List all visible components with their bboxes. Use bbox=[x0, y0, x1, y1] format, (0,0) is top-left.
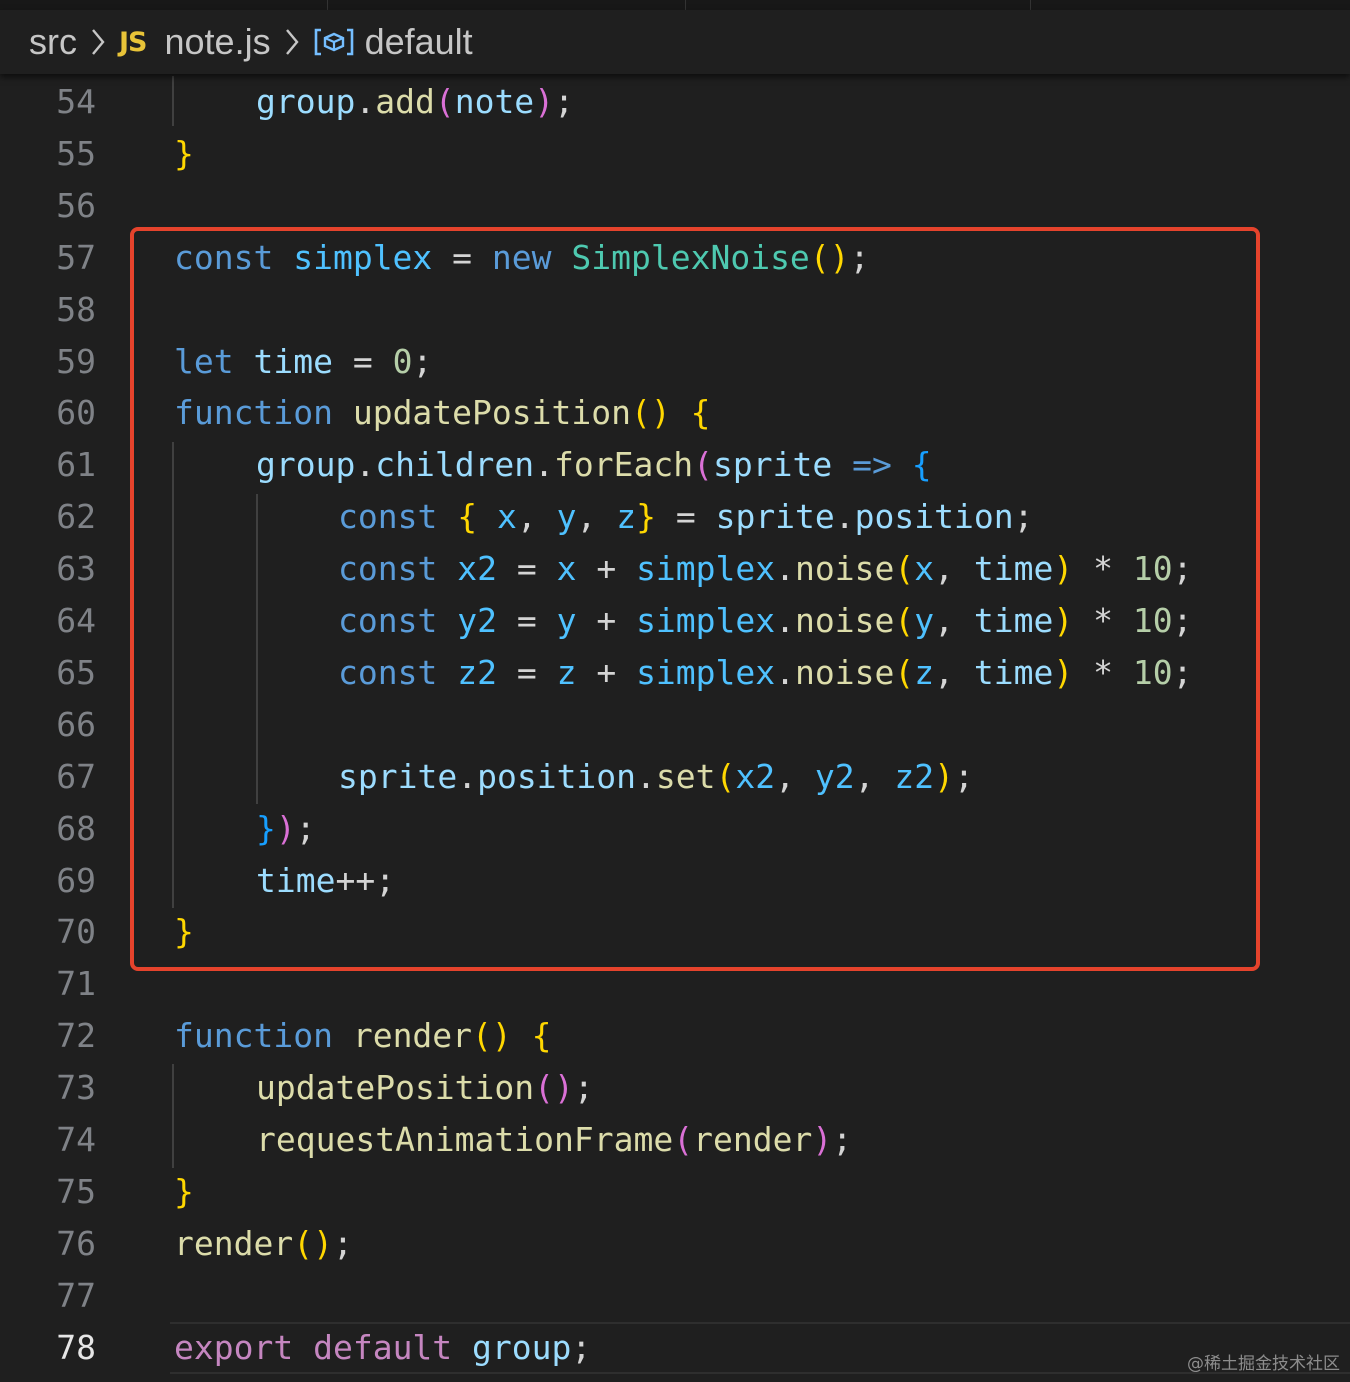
tab-separator bbox=[327, 0, 328, 10]
code-line[interactable]: 54 group.add(note); bbox=[0, 76, 1350, 128]
tab-separator bbox=[1030, 0, 1031, 10]
code-token: ) bbox=[812, 1120, 833, 1159]
line-number: 66 bbox=[56, 705, 96, 744]
code-line[interactable]: 77 bbox=[0, 1270, 1350, 1322]
code-line[interactable]: 74 requestAnimationFrame(render); bbox=[0, 1114, 1350, 1166]
line-number: 61 bbox=[56, 445, 96, 484]
line-number: 70 bbox=[56, 912, 96, 951]
code-token: group bbox=[472, 1328, 572, 1367]
code-token: ) bbox=[534, 82, 555, 121]
code-text: updatePosition(); bbox=[256, 1068, 594, 1108]
code-token: ; bbox=[571, 1328, 592, 1367]
breadcrumb-symbol[interactable]: default bbox=[313, 21, 473, 63]
code-token: . bbox=[355, 82, 376, 121]
line-number: 60 bbox=[56, 393, 96, 432]
code-line[interactable]: 73 updatePosition(); bbox=[0, 1062, 1350, 1114]
breadcrumb-file-label: note.js bbox=[164, 21, 271, 62]
watermark: @稀土掘金技术社区 bbox=[1187, 1354, 1340, 1374]
highlight-annotation-box bbox=[130, 227, 1260, 971]
line-number: 71 bbox=[56, 964, 96, 1003]
code-text: function render() { bbox=[174, 1016, 552, 1056]
line-number: 73 bbox=[56, 1068, 96, 1107]
code-token: ( bbox=[673, 1120, 694, 1159]
code-token: } bbox=[174, 134, 194, 173]
line-number: 76 bbox=[56, 1224, 96, 1263]
line-number: 69 bbox=[56, 861, 96, 900]
code-token: ; bbox=[554, 82, 574, 121]
line-number: 59 bbox=[56, 342, 96, 381]
code-token: ( bbox=[434, 82, 455, 121]
code-token: ; bbox=[573, 1068, 594, 1107]
line-number: 68 bbox=[56, 809, 96, 848]
chevron-right-icon bbox=[283, 27, 301, 57]
code-token: requestAnimationFrame bbox=[256, 1120, 674, 1159]
code-text: requestAnimationFrame(render); bbox=[256, 1120, 852, 1160]
code-token: export bbox=[174, 1328, 294, 1367]
code-text: } bbox=[174, 134, 194, 174]
code-token: group bbox=[256, 82, 356, 121]
breadcrumb-folder[interactable]: src bbox=[29, 21, 77, 63]
code-token: () bbox=[293, 1224, 333, 1263]
tab-strip bbox=[0, 0, 1350, 10]
line-number: 55 bbox=[56, 134, 96, 173]
line-number: 54 bbox=[56, 82, 96, 121]
code-token: () bbox=[534, 1068, 574, 1107]
breadcrumb: src JS note.js default bbox=[0, 10, 1350, 74]
code-token: } bbox=[174, 1172, 194, 1211]
code-token: note bbox=[454, 82, 535, 121]
code-token: render bbox=[352, 1016, 473, 1055]
code-text: export default group; bbox=[174, 1328, 591, 1368]
chevron-right-icon bbox=[89, 27, 107, 57]
code-token: () bbox=[472, 1016, 512, 1055]
code-text: render(); bbox=[174, 1224, 353, 1264]
indent-guide bbox=[172, 1064, 174, 1168]
tab-separator bbox=[685, 0, 686, 10]
code-token: add bbox=[375, 82, 435, 121]
code-line[interactable]: 78 export default group; bbox=[0, 1322, 1350, 1374]
code-text: group.add(note); bbox=[256, 82, 574, 122]
line-number: 64 bbox=[56, 601, 96, 640]
code-token: default bbox=[313, 1328, 453, 1367]
code-token: ; bbox=[332, 1224, 353, 1263]
line-number: 67 bbox=[56, 757, 96, 796]
code-token: function bbox=[174, 1016, 333, 1055]
code-token: { bbox=[531, 1016, 552, 1055]
line-number: 56 bbox=[56, 186, 96, 225]
code-token: render bbox=[693, 1120, 813, 1159]
breadcrumb-file[interactable]: JS note.js bbox=[119, 21, 271, 63]
line-number: 62 bbox=[56, 497, 96, 536]
line-number: 57 bbox=[56, 238, 96, 277]
line-number: 74 bbox=[56, 1120, 96, 1159]
code-token: ; bbox=[832, 1120, 853, 1159]
line-number: 77 bbox=[56, 1276, 96, 1315]
indent-guide bbox=[172, 76, 174, 126]
line-number: 65 bbox=[56, 653, 96, 692]
variable-symbol-icon bbox=[313, 27, 355, 57]
code-line[interactable]: 75} bbox=[0, 1166, 1350, 1218]
code-token: render bbox=[174, 1224, 294, 1263]
breadcrumb-symbol-label: default bbox=[364, 21, 473, 62]
code-line[interactable]: 56 bbox=[0, 180, 1350, 232]
code-token: updatePosition bbox=[256, 1068, 535, 1107]
javascript-file-icon: JS bbox=[119, 26, 147, 58]
line-number: 58 bbox=[56, 290, 96, 329]
line-number: 72 bbox=[56, 1016, 96, 1055]
line-number: 63 bbox=[56, 549, 96, 588]
line-number: 78 bbox=[56, 1328, 96, 1367]
code-line[interactable]: 76 render(); bbox=[0, 1218, 1350, 1270]
code-line[interactable]: 72 function render() { bbox=[0, 1010, 1350, 1062]
code-line[interactable]: 55} bbox=[0, 128, 1350, 180]
code-text: } bbox=[174, 1172, 194, 1212]
line-number: 75 bbox=[56, 1172, 96, 1211]
